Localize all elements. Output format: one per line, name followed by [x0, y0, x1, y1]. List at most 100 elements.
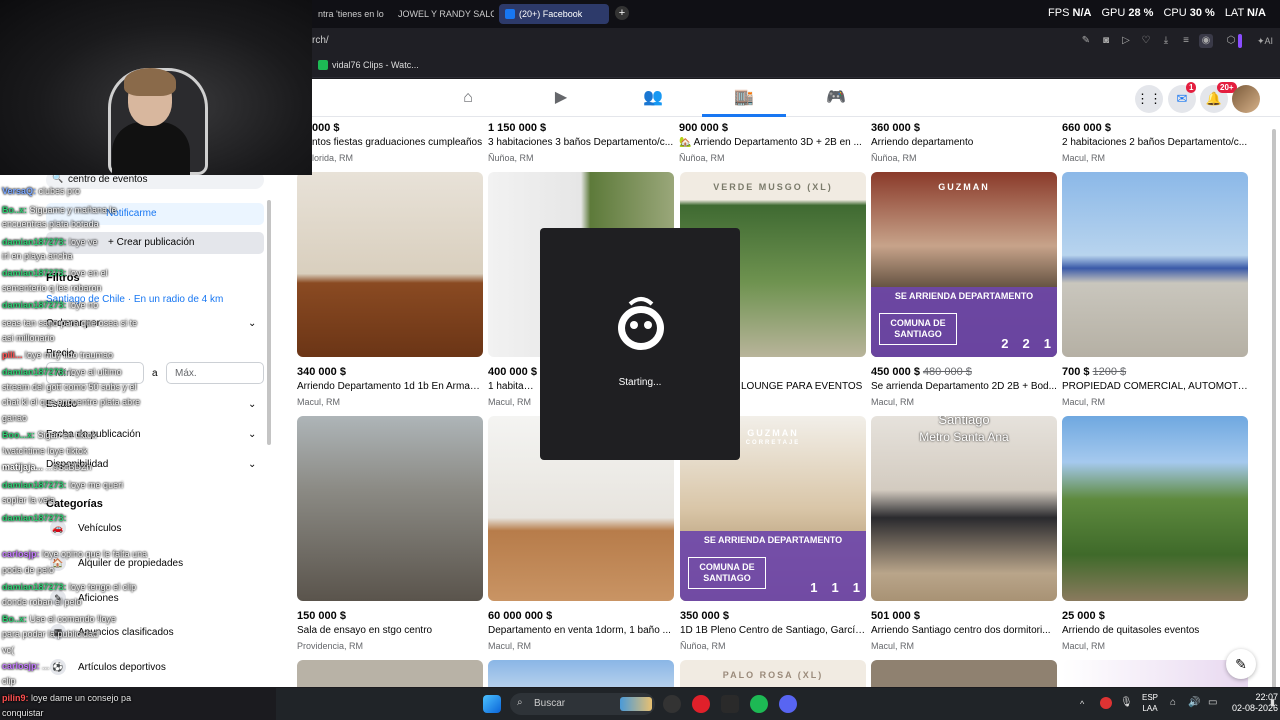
epic-games-icon[interactable]: [721, 695, 739, 713]
listing-photo-umbrellas[interactable]: [1062, 416, 1248, 601]
battery-icon[interactable]: ▭: [1208, 697, 1217, 708]
chat-msg: clip: [2, 676, 16, 686]
tray-app-icon[interactable]: [1100, 697, 1112, 709]
listing-title[interactable]: LOUNGE PARA EVENTOS: [741, 381, 865, 392]
windows-start-icon[interactable]: [483, 695, 501, 713]
chevron-up-icon[interactable]: ^: [1080, 699, 1084, 709]
notifications-tray-icon[interactable]: ▮: [1270, 697, 1275, 708]
bookmark-label: vidal76 Clips - Watc...: [332, 60, 419, 70]
listing-price[interactable]: 450 000 $480 000 $: [871, 366, 972, 378]
download-icon[interactable]: ⤓: [1159, 34, 1173, 48]
listing-photo[interactable]: [1062, 660, 1248, 687]
microphone-icon[interactable]: 🎙: [1120, 697, 1133, 708]
play-icon[interactable]: ▷: [1119, 34, 1133, 48]
listing-title[interactable]: Arriendo de quitasoles eventos: [1062, 625, 1248, 636]
edit-icon[interactable]: ✎: [1079, 34, 1093, 48]
listing-photo-apartment[interactable]: GUZMAN SE ARRIENDA DEPARTAMENTO COMUNA D…: [871, 172, 1057, 357]
category-hobbies[interactable]: Aficiones: [78, 593, 119, 604]
url-text[interactable]: rch/: [312, 35, 329, 46]
listing-title[interactable]: Arriendo Departamento 1d 1b En Arman...: [297, 381, 483, 392]
listing-photo-kitchen[interactable]: Santiago Metro Santa Ana: [871, 416, 1057, 601]
listing-price[interactable]: 900 000 $: [679, 122, 728, 134]
gaming-icon[interactable]: 🎮: [826, 88, 846, 108]
compose-icon[interactable]: ✎: [1226, 649, 1256, 679]
discord-icon[interactable]: [779, 695, 797, 713]
language-indicator[interactable]: ESP LAA: [1142, 692, 1158, 714]
sidebar-scrollbar[interactable]: [267, 200, 271, 445]
ai-icon[interactable]: ✦AI: [1254, 34, 1276, 48]
volume-icon[interactable]: 🔊: [1188, 697, 1200, 708]
groups-icon[interactable]: 👥: [643, 88, 663, 108]
listing-photo-building[interactable]: [297, 416, 483, 601]
obs-icon[interactable]: [663, 695, 681, 713]
chat-line: pili... loye muy lido traumao: [2, 350, 113, 360]
listing-price[interactable]: 400 000 $: [488, 366, 537, 378]
spotify-icon[interactable]: [750, 695, 768, 713]
fps-value: N/A: [1072, 7, 1092, 19]
home-icon[interactable]: ⌂: [458, 88, 478, 108]
listing-price[interactable]: 340 000 $: [297, 366, 346, 378]
listing-price[interactable]: 700 $1200 $: [1062, 366, 1126, 378]
listing-price[interactable]: 25 000 $: [1062, 610, 1105, 622]
lang-code: ESP: [1142, 693, 1159, 702]
chat-line: para podar la publicidad: [2, 629, 98, 639]
search-icon: ⌕: [517, 697, 523, 708]
listing-title[interactable]: 3 habitaciones 3 baños Departamento/c...: [488, 137, 674, 148]
listing-price[interactable]: 60 000 000 $: [488, 610, 552, 622]
scrollbar[interactable]: [1272, 129, 1276, 687]
listing-title[interactable]: 🏡 Arriendo Departamento 3D + 2B en ...: [679, 137, 865, 148]
listing-photo[interactable]: [488, 660, 674, 687]
camera-icon[interactable]: ◙: [1099, 34, 1113, 48]
chat-line: clip: [2, 676, 16, 686]
menu-grid-icon[interactable]: ⋮⋮: [1135, 85, 1163, 113]
browser-tab[interactable]: ntra 'tienes en los o: [312, 4, 384, 24]
listing-price[interactable]: 150 000 $: [297, 610, 346, 622]
chat-user: damian187273:: [2, 268, 67, 278]
listing-title[interactable]: Arriendo departamento: [871, 137, 1057, 148]
browser-tab-active[interactable]: (20+) Facebook: [499, 4, 609, 24]
listing-photo-commercial[interactable]: [1062, 172, 1248, 357]
listing-price[interactable]: 000 $: [312, 122, 340, 134]
listing-title[interactable]: 1D 1B Pleno Centro de Santiago, García .…: [680, 625, 866, 636]
network-icon[interactable]: ⌂: [1170, 697, 1176, 708]
chat-line: ganao: [2, 413, 27, 423]
listing-photo[interactable]: PALO ROSA (XL): [680, 660, 866, 687]
listing-price[interactable]: 1 150 000 $: [488, 122, 546, 134]
category-vehicles[interactable]: Vehículos: [78, 523, 121, 534]
chat-line: damian187273: loye me queri: [2, 480, 123, 490]
listing-photo[interactable]: [871, 660, 1057, 687]
parking-count: 1: [852, 580, 860, 595]
heart-icon[interactable]: ♡: [1139, 34, 1153, 48]
listing-title[interactable]: 2 habitaciones 2 baños Departamento/c...: [1062, 137, 1248, 148]
menu-icon[interactable]: ≡: [1179, 34, 1193, 48]
category-sports[interactable]: Artículos deportivos: [78, 662, 166, 673]
marketplace-icon[interactable]: 🏬: [734, 88, 754, 108]
price-current: 450 000 $: [871, 366, 920, 378]
max-price-input[interactable]: Máx.: [166, 362, 264, 384]
listing-price[interactable]: 350 000 $: [680, 610, 729, 622]
listing-photo[interactable]: [297, 660, 483, 687]
listing-photo-apartment[interactable]: [297, 172, 483, 357]
new-tab-button[interactable]: +: [615, 6, 629, 20]
listing-title[interactable]: PROPIEDAD COMERCIAL, AUTOMOTOR...: [1062, 381, 1248, 392]
listing-title[interactable]: Departamento en venta 1dorm, 1 baño ...: [488, 625, 674, 636]
category-rentals[interactable]: Alquiler de propiedades: [78, 558, 183, 569]
listing-title[interactable]: Arriendo Santiago centro dos dormitori..…: [871, 625, 1057, 636]
profile-icon[interactable]: ◉: [1199, 34, 1213, 48]
listing-price[interactable]: 360 000 $: [871, 122, 920, 134]
extensions-icon[interactable]: ⬡: [1224, 34, 1238, 48]
app-logo-icon: [618, 297, 664, 350]
listing-price[interactable]: 501 000 $: [871, 610, 920, 622]
bookmark-item[interactable]: vidal76 Clips - Watc...: [318, 60, 419, 70]
avatar[interactable]: [1232, 85, 1260, 113]
chat-msg: chat kl el que encuentre plata abre: [2, 397, 141, 407]
listing-price[interactable]: 660 000 $: [1062, 122, 1111, 134]
browser-tab[interactable]: JOWEL Y RANDY SALGO R: [388, 4, 494, 24]
listing-title[interactable]: Se arrienda Departamento 2D 2B + Bod...: [871, 381, 1057, 392]
listing-title[interactable]: ntos fiestas graduaciones cumpleaños: [312, 137, 498, 148]
bedroom-count: 2: [1001, 336, 1009, 351]
listing-title[interactable]: 1 habitación: [488, 381, 538, 392]
opera-icon[interactable]: [692, 695, 710, 713]
listing-title[interactable]: Sala de ensayo en stgo centro: [297, 625, 483, 636]
watch-icon[interactable]: ▶: [551, 88, 571, 108]
